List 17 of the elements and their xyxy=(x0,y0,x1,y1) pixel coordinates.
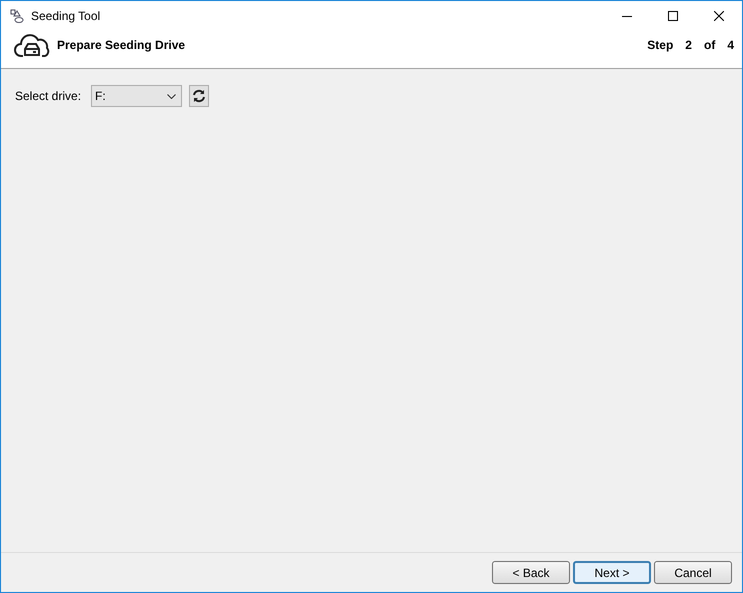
step-indicator-text: 4 xyxy=(727,37,734,54)
wizard-button[interactable]: Cancel xyxy=(654,561,732,584)
wizard-button[interactable]: Next > xyxy=(573,561,651,584)
refresh-button[interactable] xyxy=(189,85,210,107)
chevron-icon xyxy=(167,94,176,98)
refresh-icon xyxy=(192,89,206,103)
step-indicator-text: of xyxy=(704,37,716,54)
maximize-icon xyxy=(668,11,678,21)
step-indicator-text: 2 xyxy=(685,37,692,54)
page-title: Prepare Seeding Drive xyxy=(57,37,186,54)
app-icon xyxy=(9,8,25,24)
field-label: Select drive: xyxy=(15,88,82,105)
drive-dropdown[interactable]: F: xyxy=(91,85,182,107)
wizard-button[interactable]: < Back xyxy=(492,561,570,584)
close-icon xyxy=(714,11,724,21)
window-title: Seeding Tool xyxy=(31,8,100,25)
step-indicator-text: Step xyxy=(647,37,674,54)
